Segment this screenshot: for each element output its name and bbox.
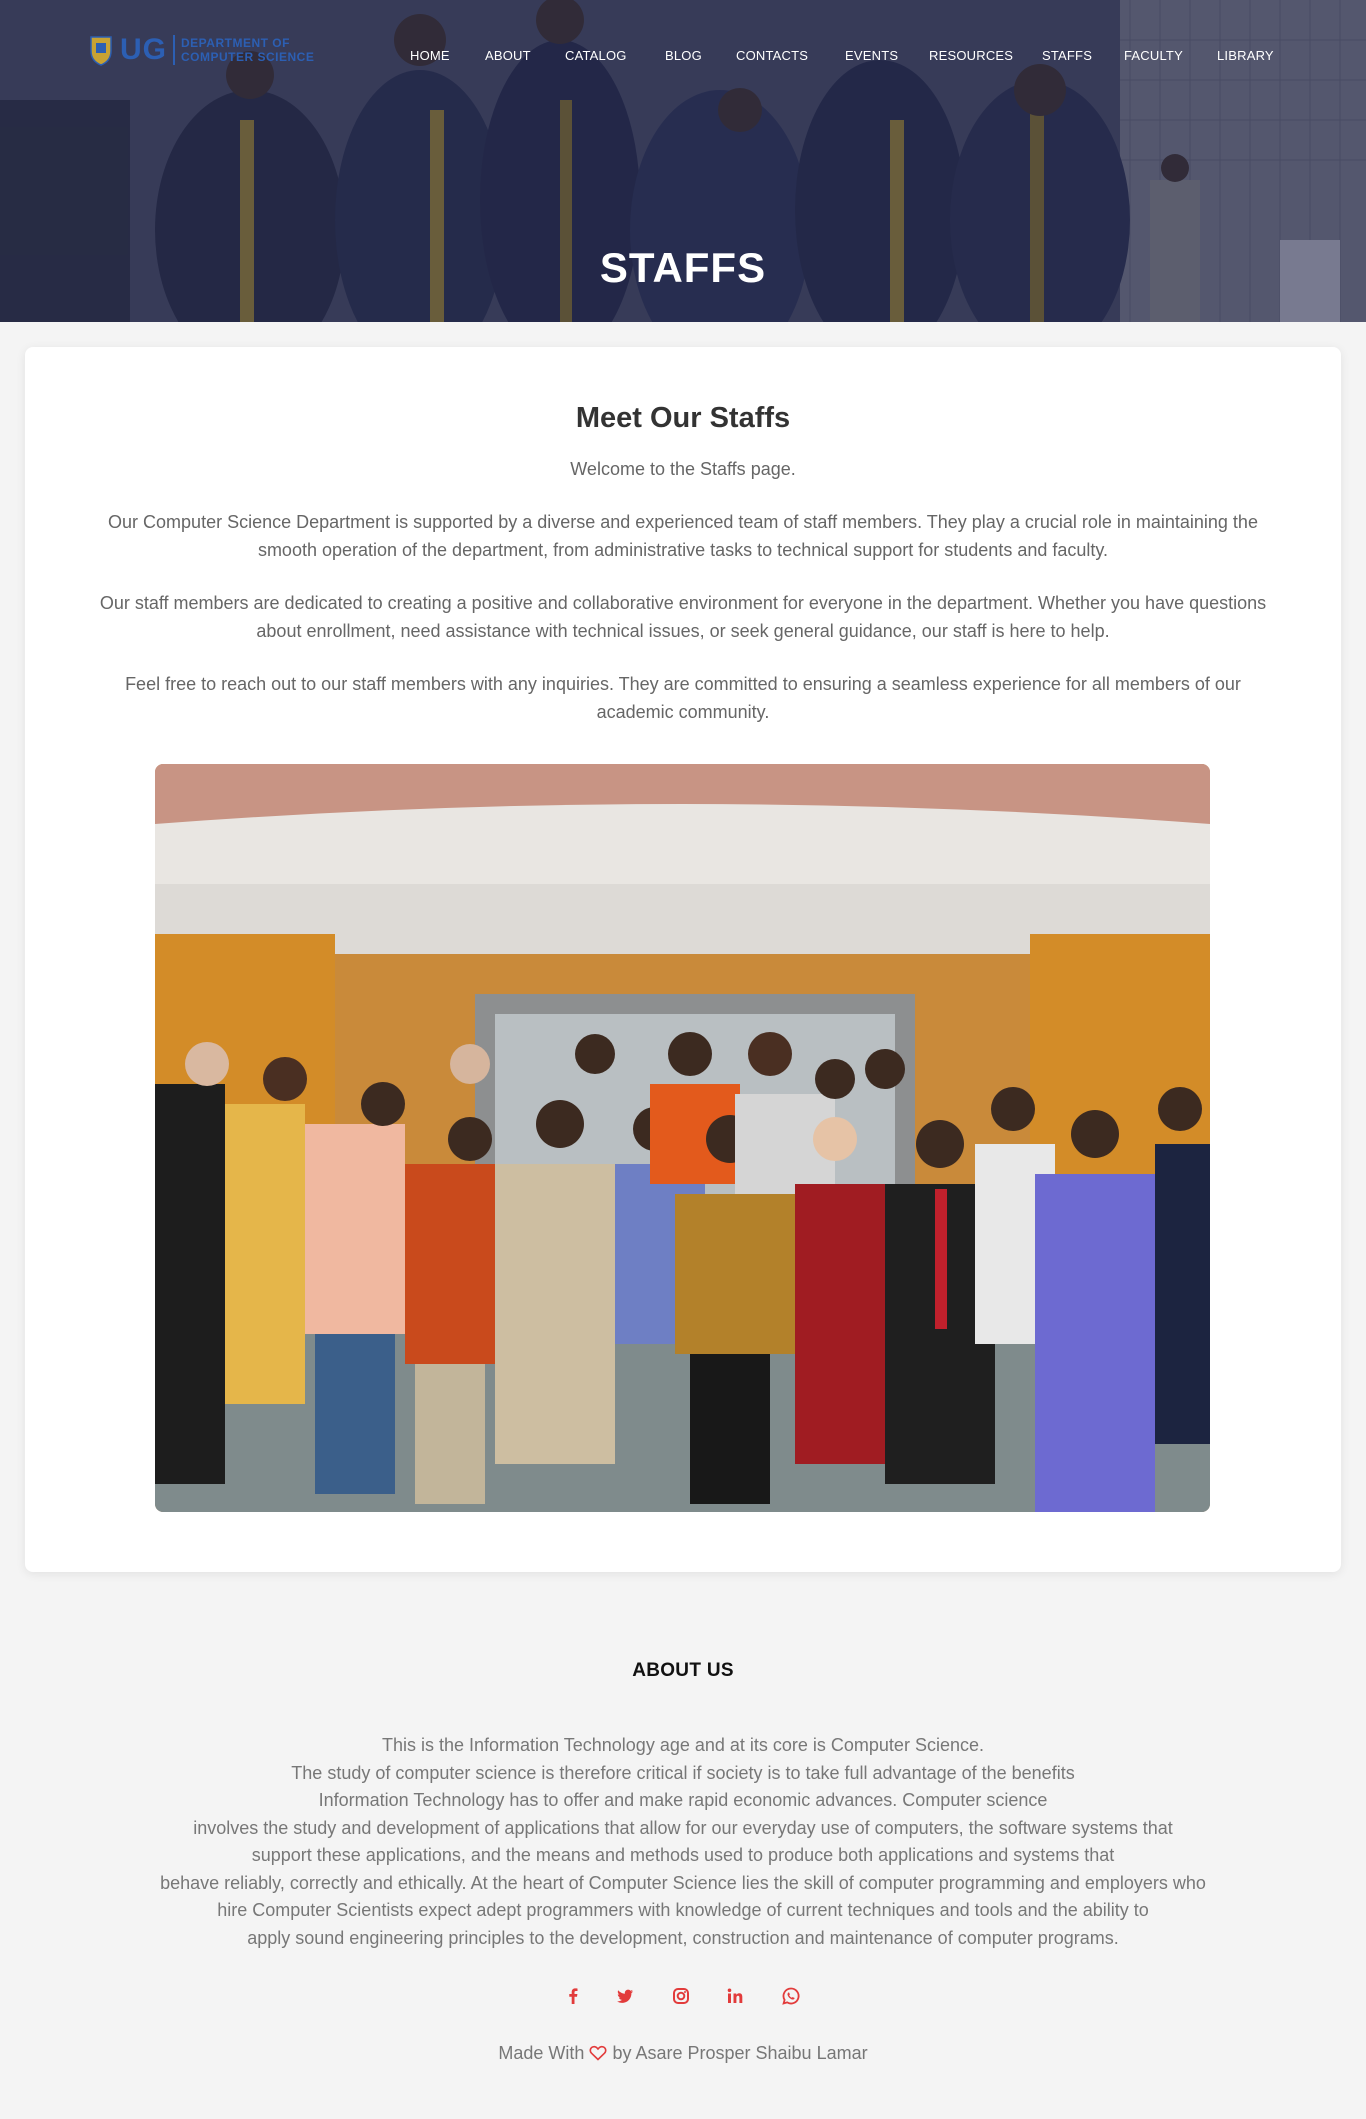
section-title: Meet Our Staffs bbox=[575, 402, 791, 434]
paragraph-2: Our staff members are dedicated to creat… bbox=[99, 593, 1267, 641]
about-line: Information Technology has to offer and … bbox=[318, 1790, 1048, 1810]
credit-suffix: by Asare Prosper Shaibu Lamar bbox=[612, 2043, 868, 2063]
facebook-icon[interactable] bbox=[562, 1985, 584, 2007]
about-line: This is the Information Technology age a… bbox=[382, 1735, 984, 1755]
main-nav: HOME ABOUT CATALOG BLOG CONTACTS EVENTS … bbox=[0, 48, 1366, 66]
nav-blog[interactable]: BLOG bbox=[665, 48, 702, 63]
about-us-title: ABOUT US bbox=[632, 1660, 734, 1681]
nav-about[interactable]: ABOUT bbox=[485, 48, 531, 63]
instagram-icon[interactable] bbox=[670, 1985, 692, 2007]
nav-contacts[interactable]: CONTACTS bbox=[736, 48, 808, 63]
hero-title: STAFFS bbox=[599, 244, 767, 291]
about-line: apply sound engineering principles to th… bbox=[247, 1927, 1119, 1948]
linkedin-icon[interactable] bbox=[724, 1985, 746, 2007]
about-line: behave reliably, correctly and ethically… bbox=[160, 1872, 1206, 1893]
nav-staffs[interactable]: STAFFS bbox=[1042, 48, 1092, 63]
nav-library[interactable]: LIBRARY bbox=[1217, 48, 1274, 63]
nav-resources[interactable]: RESOURCES bbox=[929, 48, 1013, 63]
nav-home[interactable]: HOME bbox=[410, 48, 450, 63]
social-links bbox=[0, 1985, 1366, 2009]
about-line: hire Computer Scientists expect adept pr… bbox=[217, 1900, 1149, 1920]
about-line: The study of computer science is therefo… bbox=[291, 1762, 1075, 1783]
nav-events[interactable]: EVENTS bbox=[845, 48, 898, 63]
paragraph-1: Our Computer Science Department is suppo… bbox=[108, 512, 1258, 560]
footer-credit: Made With by Asare Prosper Shaibu Lamar bbox=[0, 2043, 1366, 2064]
twitter-icon[interactable] bbox=[614, 1985, 636, 2007]
credit-prefix: Made With bbox=[498, 2043, 585, 2063]
about-line: involves the study and development of ap… bbox=[193, 1817, 1173, 1838]
paragraph-3: Feel free to reach out to our staff memb… bbox=[125, 674, 1241, 722]
intro-text: Welcome to the Staffs page. bbox=[570, 459, 796, 479]
staff-group-photo bbox=[155, 764, 1210, 1512]
about-line: support these applications, and the mean… bbox=[251, 1845, 1115, 1865]
staffs-card: Meet Our Staffs Welcome to the Staffs pa… bbox=[25, 347, 1341, 1572]
about-us-text: This is the Information Technology age a… bbox=[80, 1732, 1286, 1952]
nav-catalog[interactable]: CATALOG bbox=[565, 48, 627, 63]
hero-header: UG DEPARTMENT OF COMPUTER SCIENCE HOME A… bbox=[0, 0, 1366, 322]
nav-faculty[interactable]: FACULTY bbox=[1124, 48, 1183, 63]
whatsapp-icon[interactable] bbox=[780, 1985, 802, 2007]
heart-icon bbox=[589, 2045, 607, 2061]
